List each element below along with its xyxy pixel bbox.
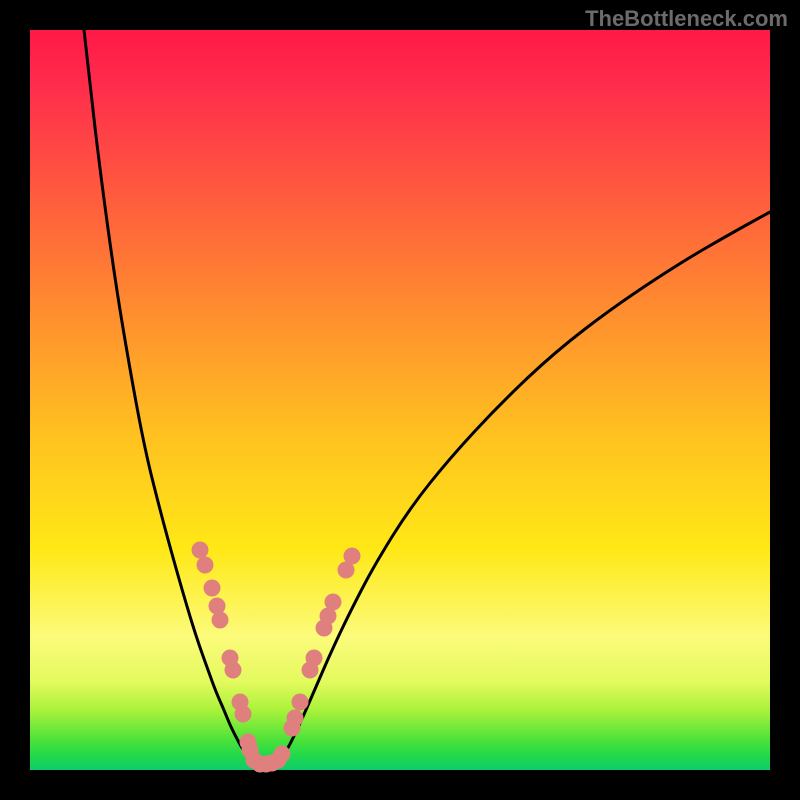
marker-dot — [197, 557, 214, 574]
watermark-text: TheBottleneck.com — [585, 6, 788, 32]
marker-dot — [325, 594, 342, 611]
marker-dot — [212, 612, 229, 629]
marker-dot — [204, 580, 221, 597]
marker-dots — [192, 542, 361, 773]
curve-svg — [30, 30, 770, 770]
marker-dot — [306, 650, 323, 667]
marker-dot — [274, 746, 291, 763]
marker-dot — [292, 694, 309, 711]
v-curve — [84, 30, 770, 764]
marker-dot — [235, 706, 252, 723]
v-curve-path — [84, 30, 770, 764]
marker-dot — [192, 542, 209, 559]
marker-dot — [344, 548, 361, 565]
chart-frame: TheBottleneck.com — [0, 0, 800, 800]
marker-dot — [287, 710, 304, 727]
gradient-plot-area — [30, 30, 770, 770]
marker-dot — [225, 662, 242, 679]
marker-dot — [209, 598, 226, 615]
